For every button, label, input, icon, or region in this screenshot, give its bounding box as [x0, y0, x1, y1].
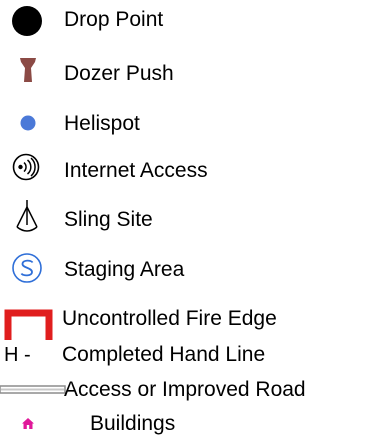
legend-label: Buildings — [90, 412, 176, 435]
road-double-line-icon — [0, 385, 66, 394]
legend-label: Drop Point — [64, 8, 164, 31]
legend-label: Access or Improved Road — [64, 378, 306, 401]
legend-item-drop-point: Drop Point — [0, 5, 374, 37]
blue-dot-icon — [20, 115, 36, 131]
legend-label: Helispot — [64, 112, 140, 135]
legend-item-dozer-push: Dozer Push — [0, 56, 374, 88]
legend-label: Sling Site — [64, 208, 153, 231]
legend-item-buildings: Buildings — [0, 408, 374, 438]
legend-label: Internet Access — [64, 159, 208, 182]
building-house-icon — [22, 418, 34, 429]
hand-line-icon: H - — [4, 344, 31, 366]
legend-item-sling-site: Sling Site — [0, 198, 374, 238]
legend-label: Completed Hand Line — [62, 343, 266, 366]
wireless-signal-icon — [12, 153, 40, 181]
map-legend: { "legend": { "items": [ {"label": "Drop… — [0, 0, 374, 440]
sling-tripod-icon — [16, 200, 38, 232]
dozer-push-icon — [20, 58, 36, 82]
legend-label: Staging Area — [64, 258, 185, 281]
legend-item-internet-access: Internet Access — [0, 152, 374, 188]
legend-item-completed-hand-line: H - Completed Hand Line — [0, 340, 374, 370]
legend-label: Dozer Push — [64, 62, 174, 85]
legend-item-uncontrolled-fire-edge: Uncontrolled Fire Edge — [0, 306, 374, 342]
legend-item-access-or-improved-road: Access or Improved Road — [0, 375, 374, 405]
legend-item-helispot: Helispot — [0, 108, 374, 138]
fire-edge-bracket-icon — [4, 309, 53, 340]
legend-item-staging-area: Staging Area — [0, 250, 374, 286]
staging-s-circle-icon — [12, 253, 42, 283]
filled-circle-icon — [12, 6, 42, 36]
legend-label: Uncontrolled Fire Edge — [62, 307, 277, 330]
